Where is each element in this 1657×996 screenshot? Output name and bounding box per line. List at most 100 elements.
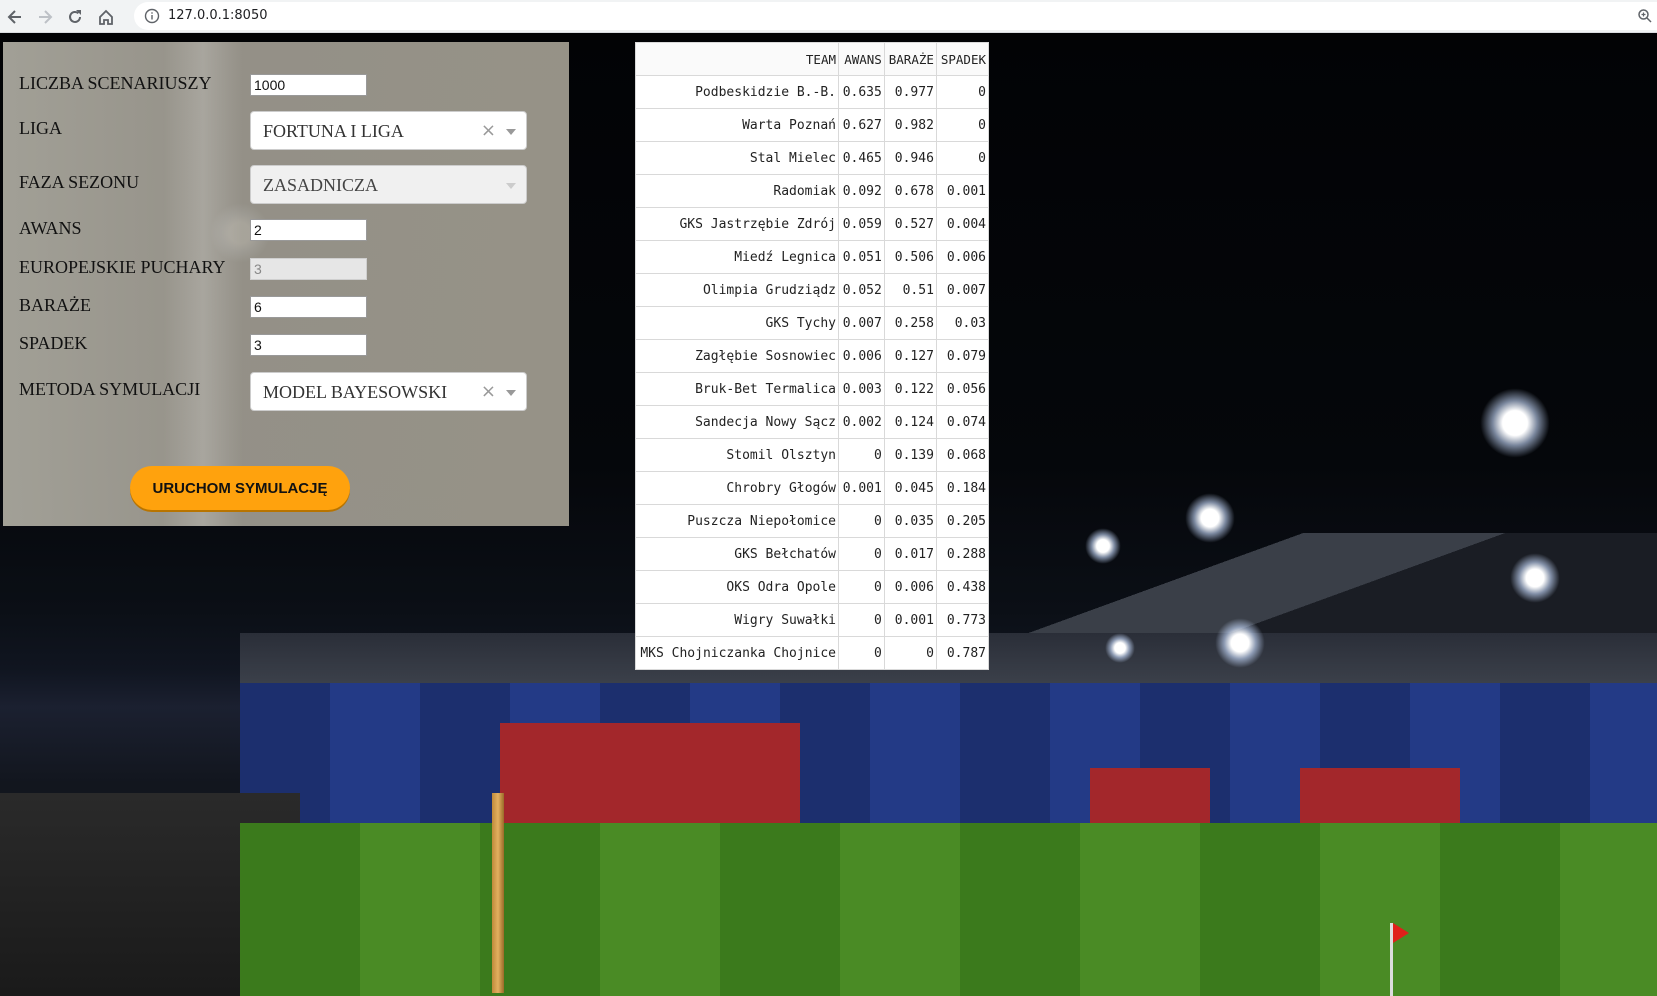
info-icon[interactable] xyxy=(144,8,160,24)
zoom-icon[interactable] xyxy=(1637,8,1653,24)
awans-cell: 0.635 xyxy=(838,75,885,109)
baraze-cell: 0.258 xyxy=(883,306,937,340)
spadek-cell: 0.184 xyxy=(935,471,990,505)
baraze-cell: 0.506 xyxy=(883,240,937,274)
chevron-down-icon[interactable] xyxy=(506,390,516,396)
table-body: Podbeskidzie B.-B. 0.635 0.977 0 Warta Pozna… xyxy=(635,75,990,670)
spadek-cell: 0.438 xyxy=(935,570,990,604)
baraze-cell: 0.678 xyxy=(883,174,937,208)
spadek-cell: 0 xyxy=(935,141,990,175)
spadek-cell: 0.068 xyxy=(935,438,990,472)
team-cell: Miedź Legnica xyxy=(635,240,839,274)
team-cell: Podbeskidzie B.-B. xyxy=(635,75,839,109)
spadek-cell: 0.001 xyxy=(935,174,990,208)
team-cell: Olimpia Grudziądz xyxy=(635,273,839,307)
baraze-cell: 0.035 xyxy=(883,504,937,538)
relegation-label: SPADEK xyxy=(19,333,88,353)
team-cell: Chrobry Głogów xyxy=(635,471,839,505)
team-cell: Warta Poznań xyxy=(635,108,839,142)
promotion-label: AWANS xyxy=(19,218,82,238)
relegation-input[interactable] xyxy=(250,334,367,356)
table-row: Zagłębie Sosnowiec 0.006 0.127 0.079 xyxy=(635,339,990,373)
playoffs-input[interactable] xyxy=(250,296,367,318)
chevron-down-icon[interactable] xyxy=(506,183,516,189)
awans-cell: 0.007 xyxy=(838,306,885,340)
home-icon[interactable] xyxy=(93,4,119,30)
table-row: Radomiak 0.092 0.678 0.001 xyxy=(635,174,990,208)
baraze-cell: 0.006 xyxy=(883,570,937,604)
awans-cell: 0 xyxy=(838,504,885,538)
url-text: 127.0.0.1:8050 xyxy=(168,8,268,23)
promotion-input[interactable] xyxy=(250,219,367,241)
spadek-cell: 0.007 xyxy=(935,273,990,307)
spadek-cell: 0.004 xyxy=(935,207,990,241)
table-row: Puszcza Niepołomice 0 0.035 0.205 xyxy=(635,504,990,538)
table-row: Podbeskidzie B.-B. 0.635 0.977 0 xyxy=(635,75,990,109)
phase-dropdown[interactable]: ZASADNICZA xyxy=(250,165,527,204)
baraze-cell: 0.139 xyxy=(883,438,937,472)
table-row: MKS Chojniczanka Chojnice 0 0 0.787 xyxy=(635,636,990,670)
address-bar[interactable]: 127.0.0.1:8050 xyxy=(134,2,1657,30)
team-cell: Sandecja Nowy Sącz xyxy=(635,405,839,439)
clear-icon[interactable]: × xyxy=(481,381,496,402)
awans-cell: 0 xyxy=(838,537,885,571)
team-cell: Bruk-Bet Termalica xyxy=(635,372,839,406)
european-cups-label: EUROPEJSKIE PUCHARY xyxy=(19,257,226,277)
awans-cell: 0.002 xyxy=(838,405,885,439)
forward-arrow-icon[interactable] xyxy=(32,4,58,30)
clear-icon[interactable]: × xyxy=(481,120,496,141)
spadek-cell: 0.773 xyxy=(935,603,990,637)
baraze-cell: 0.946 xyxy=(883,141,937,175)
method-dropdown[interactable]: MODEL BAYESOWSKI × xyxy=(250,372,527,411)
table-row: GKS Jastrzębie Zdrój 0.059 0.527 0.004 xyxy=(635,207,990,241)
team-cell: GKS Bełchatów xyxy=(635,537,839,571)
method-label: METODA SYMULACJI xyxy=(19,379,201,399)
spadek-cell: 0.288 xyxy=(935,537,990,571)
table-header-row: TEAM AWANS BARAŻE SPADEK xyxy=(635,42,990,76)
baraze-cell: 0.017 xyxy=(883,537,937,571)
team-cell: Zagłębie Sosnowiec xyxy=(635,339,839,373)
european-cups-input xyxy=(250,258,367,280)
back-arrow-icon[interactable] xyxy=(2,4,28,30)
awans-cell: 0.092 xyxy=(838,174,885,208)
baraze-cell: 0.045 xyxy=(883,471,937,505)
league-dropdown[interactable]: FORTUNA I LIGA × xyxy=(250,111,527,150)
spadek-cell: 0.205 xyxy=(935,504,990,538)
team-cell: GKS Tychy xyxy=(635,306,839,340)
reload-icon[interactable] xyxy=(62,4,88,30)
awans-cell: 0.465 xyxy=(838,141,885,175)
table-row: Bruk-Bet Termalica 0.003 0.122 0.056 xyxy=(635,372,990,406)
awans-cell: 0.051 xyxy=(838,240,885,274)
awans-cell: 0.052 xyxy=(838,273,885,307)
baraze-cell: 0.527 xyxy=(883,207,937,241)
baraze-cell: 0 xyxy=(883,636,937,670)
baraze-cell: 0.127 xyxy=(883,339,937,373)
run-simulation-button[interactable]: URUCHOM SYMULACJĘ xyxy=(130,466,350,510)
team-cell: Stomil Olsztyn xyxy=(635,438,839,472)
table-row: Sandecja Nowy Sącz 0.002 0.124 0.074 xyxy=(635,405,990,439)
simulation-settings-panel: LICZBA SCENARIUSZY LIGA FORTUNA I LIGA ×… xyxy=(3,42,569,526)
column-header-team[interactable]: TEAM xyxy=(635,42,839,76)
column-header-baraze[interactable]: BARAŻE xyxy=(883,42,937,76)
spadek-cell: 0.074 xyxy=(935,405,990,439)
baraze-cell: 0.001 xyxy=(883,603,937,637)
chevron-down-icon[interactable] xyxy=(506,129,516,135)
scenarios-input[interactable] xyxy=(250,74,367,96)
spadek-cell: 0 xyxy=(935,75,990,109)
table-row: Chrobry Głogów 0.001 0.045 0.184 xyxy=(635,471,990,505)
column-header-awans[interactable]: AWANS xyxy=(838,42,885,76)
spadek-cell: 0.006 xyxy=(935,240,990,274)
phase-label: FAZA SEZONU xyxy=(19,172,140,192)
spadek-cell: 0.787 xyxy=(935,636,990,670)
team-cell: Stal Mielec xyxy=(635,141,839,175)
spadek-cell: 0.03 xyxy=(935,306,990,340)
phase-selected-value: ZASADNICZA xyxy=(263,175,378,195)
method-selected-value: MODEL BAYESOWSKI xyxy=(263,382,448,402)
awans-cell: 0.001 xyxy=(838,471,885,505)
spadek-cell: 0.056 xyxy=(935,372,990,406)
baraze-cell: 0.122 xyxy=(883,372,937,406)
table-row: Olimpia Grudziądz 0.052 0.51 0.007 xyxy=(635,273,990,307)
team-cell: Puszcza Niepołomice xyxy=(635,504,839,538)
table-row: Warta Poznań 0.627 0.982 0 xyxy=(635,108,990,142)
column-header-spadek[interactable]: SPADEK xyxy=(935,42,990,76)
